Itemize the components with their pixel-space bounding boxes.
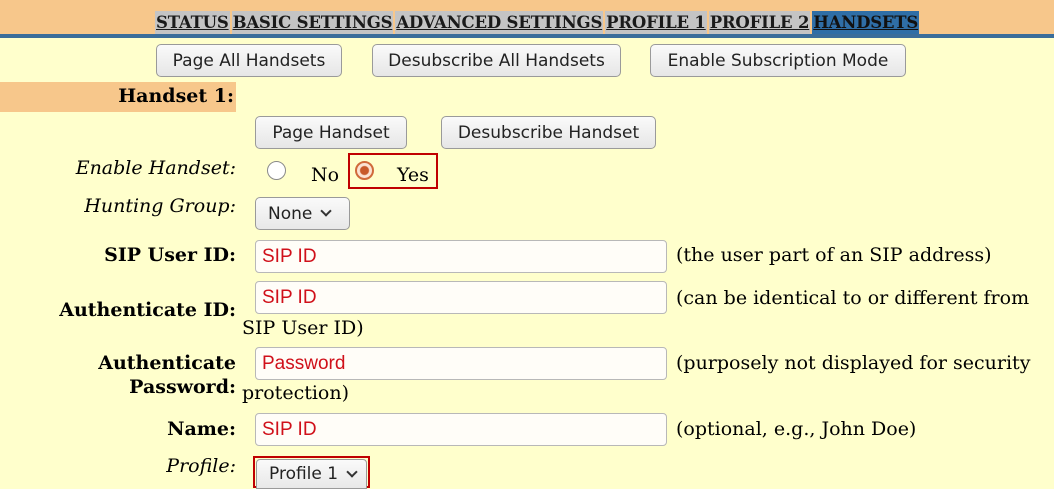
authenticate-id-label: Authenticate ID: [59,299,236,321]
sip-user-id-input[interactable]: SIP ID [255,240,667,273]
top-nav-bar: STATUS BASIC SETTINGS ADVANCED SETTINGS … [0,0,1054,35]
enable-subscription-mode-button[interactable]: Enable Subscription Mode [650,44,906,77]
profile-value: Profile 1 [269,464,339,484]
authenticate-password-hint-line2: protection) [242,382,350,404]
authenticate-password-label-line1: Authenticate [98,352,236,374]
enable-handset-yes-label: Yes [397,164,429,186]
nav-menu: STATUS BASIC SETTINGS ADVANCED SETTINGS … [155,11,921,35]
nav-item-basic-settings[interactable]: BASIC SETTINGS [231,11,394,35]
enable-handset-label: Enable Handset: [75,157,236,179]
page-handset-button[interactable]: Page Handset [255,116,407,149]
authenticate-password-label-line2: Password: [129,376,236,398]
name-hint: (optional, e.g., John Doe) [676,418,917,440]
enable-handset-no-radio[interactable] [267,161,286,180]
profile-select[interactable]: Profile 1 [256,459,367,489]
hunting-group-label: Hunting Group: [84,195,236,217]
name-input[interactable]: SIP ID [255,413,667,446]
authenticate-id-hint-line2: SIP User ID) [242,317,364,339]
hunting-group-value: None [268,203,313,224]
nav-divider [0,34,1054,38]
chevron-down-icon [320,205,333,217]
profile-label: Profile: [166,455,236,477]
nav-item-advanced-settings[interactable]: ADVANCED SETTINGS [395,11,604,35]
sip-user-id-hint: (the user part of an SIP address) [676,244,992,266]
desubscribe-handset-button[interactable]: Desubscribe Handset [441,116,656,149]
sip-user-id-label: SIP User ID: [104,244,236,266]
authenticate-id-hint-line1: (can be identical to or different from [676,287,1030,309]
enable-handset-no-label: No [311,164,340,186]
name-label: Name: [167,418,236,440]
handset-section-header: Handset 1: [0,82,236,112]
hunting-group-select[interactable]: None [255,197,350,230]
nav-item-status[interactable]: STATUS [155,11,230,35]
chevron-down-icon [346,465,358,478]
authenticate-password-hint-line1: (purposely not displayed for security [676,352,1031,374]
page-all-handsets-button[interactable]: Page All Handsets [156,44,342,77]
nav-item-handsets[interactable]: HANDSETS [812,11,920,35]
desubscribe-all-handsets-button[interactable]: Desubscribe All Handsets [372,44,621,77]
nav-item-profile-1[interactable]: PROFILE 1 [605,11,707,35]
authenticate-id-input[interactable]: SIP ID [255,281,667,314]
enable-handset-yes-radio[interactable] [355,161,374,180]
nav-item-profile-2[interactable]: PROFILE 2 [708,11,811,35]
handset-title: Handset 1: [118,85,234,107]
authenticate-password-input[interactable]: Password [255,347,667,380]
